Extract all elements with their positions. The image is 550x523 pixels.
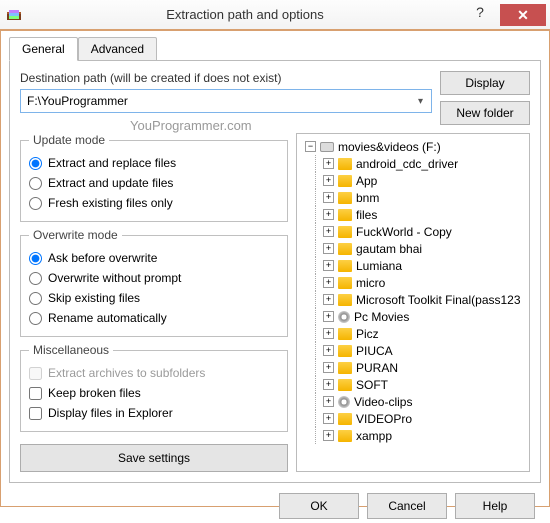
folder-icon	[338, 209, 352, 221]
tree-item[interactable]: +xampp	[301, 427, 525, 444]
app-icon	[6, 7, 22, 23]
destination-label: Destination path (will be created if doe…	[20, 71, 432, 85]
overwrite-opt-ask[interactable]: Ask before overwrite	[29, 248, 279, 268]
tab-panel-general: Destination path (will be created if doe…	[9, 60, 541, 483]
display-button[interactable]: Display	[440, 71, 530, 95]
update-opt-replace[interactable]: Extract and replace files	[29, 153, 279, 173]
tree-item[interactable]: +Microsoft Toolkit Final(pass123	[301, 291, 525, 308]
overwrite-mode-legend: Overwrite mode	[29, 228, 122, 242]
expand-icon[interactable]: +	[323, 379, 334, 390]
misc-opt-explorer[interactable]: Display files in Explorer	[29, 403, 279, 423]
expand-icon[interactable]: +	[323, 158, 334, 169]
tree-item[interactable]: +VIDEOPro	[301, 410, 525, 427]
cancel-button[interactable]: Cancel	[367, 493, 447, 519]
dialog-footer: OK Cancel Help	[9, 483, 541, 523]
tree-item[interactable]: +SOFT	[301, 376, 525, 393]
misc-legend: Miscellaneous	[29, 343, 113, 357]
misc-opt-keep-broken[interactable]: Keep broken files	[29, 383, 279, 403]
misc-opt-subfolders: Extract archives to subfolders	[29, 363, 279, 383]
titlebar: Extraction path and options ? ✕	[0, 0, 550, 30]
folder-icon	[338, 294, 352, 306]
folder-icon	[338, 192, 352, 204]
expand-icon[interactable]: +	[323, 226, 334, 237]
update-mode-legend: Update mode	[29, 133, 109, 147]
overwrite-opt-rename[interactable]: Rename automatically	[29, 308, 279, 328]
tree-item[interactable]: +Video-clips	[301, 393, 525, 410]
folder-icon	[338, 345, 352, 357]
misc-group: Miscellaneous Extract archives to subfol…	[20, 343, 288, 432]
tree-item[interactable]: +Picz	[301, 325, 525, 342]
update-opt-update[interactable]: Extract and update files	[29, 173, 279, 193]
tree-item[interactable]: +micro	[301, 274, 525, 291]
tab-general[interactable]: General	[9, 37, 78, 61]
folder-icon	[338, 413, 352, 425]
expand-icon[interactable]: +	[323, 175, 334, 186]
folder-icon	[338, 158, 352, 170]
expand-icon[interactable]: +	[323, 413, 334, 424]
close-button[interactable]: ✕	[500, 4, 546, 26]
update-mode-group: Update mode Extract and replace files Ex…	[20, 133, 288, 222]
destination-combo[interactable]: ▾	[20, 89, 432, 113]
expand-icon[interactable]: +	[323, 345, 334, 356]
tab-strip: General Advanced	[9, 37, 541, 61]
tree-item[interactable]: +FuckWorld - Copy	[301, 223, 525, 240]
help-button[interactable]: Help	[455, 493, 535, 519]
window-title: Extraction path and options	[30, 7, 460, 22]
tree-item[interactable]: +PIUCA	[301, 342, 525, 359]
tree-item[interactable]: +PURAN	[301, 359, 525, 376]
folder-tree[interactable]: −movies&videos (F:)+android_cdc_driver+A…	[296, 133, 530, 472]
folder-icon	[338, 277, 352, 289]
media-icon	[338, 311, 350, 323]
tree-root[interactable]: −movies&videos (F:)	[301, 138, 525, 155]
expand-icon[interactable]: +	[323, 430, 334, 441]
folder-icon	[338, 430, 352, 442]
expand-icon[interactable]: +	[323, 328, 334, 339]
media-icon	[338, 396, 350, 408]
destination-input[interactable]	[25, 93, 414, 109]
save-settings-button[interactable]: Save settings	[20, 444, 288, 472]
overwrite-opt-skip[interactable]: Skip existing files	[29, 288, 279, 308]
overwrite-opt-noprompt[interactable]: Overwrite without prompt	[29, 268, 279, 288]
collapse-icon[interactable]: −	[305, 141, 316, 152]
expand-icon[interactable]: +	[323, 362, 334, 373]
chevron-down-icon[interactable]: ▾	[414, 96, 427, 107]
update-opt-fresh[interactable]: Fresh existing files only	[29, 193, 279, 213]
tree-item[interactable]: +files	[301, 206, 525, 223]
tree-item[interactable]: +Lumiana	[301, 257, 525, 274]
folder-icon	[338, 243, 352, 255]
expand-icon[interactable]: +	[323, 209, 334, 220]
window-body: General Advanced Destination path (will …	[0, 30, 550, 507]
expand-icon[interactable]: +	[323, 243, 334, 254]
tab-advanced[interactable]: Advanced	[78, 37, 157, 61]
folder-icon	[338, 260, 352, 272]
tree-item[interactable]: +Pc Movies	[301, 308, 525, 325]
folder-icon	[338, 226, 352, 238]
expand-icon[interactable]: +	[323, 311, 334, 322]
tree-item[interactable]: +App	[301, 172, 525, 189]
ok-button[interactable]: OK	[279, 493, 359, 519]
overwrite-mode-group: Overwrite mode Ask before overwrite Over…	[20, 228, 288, 337]
expand-icon[interactable]: +	[323, 294, 334, 305]
titlebar-help-button[interactable]: ?	[460, 4, 500, 26]
tree-item[interactable]: +bnm	[301, 189, 525, 206]
expand-icon[interactable]: +	[323, 260, 334, 271]
expand-icon[interactable]: +	[323, 192, 334, 203]
drive-icon	[320, 142, 334, 152]
folder-icon	[338, 379, 352, 391]
tree-item[interactable]: +gautam bhai	[301, 240, 525, 257]
folder-icon	[338, 362, 352, 374]
new-folder-button[interactable]: New folder	[440, 101, 530, 125]
expand-icon[interactable]: +	[323, 277, 334, 288]
tree-item[interactable]: +android_cdc_driver	[301, 155, 525, 172]
folder-icon	[338, 175, 352, 187]
folder-icon	[338, 328, 352, 340]
expand-icon[interactable]: +	[323, 396, 334, 407]
